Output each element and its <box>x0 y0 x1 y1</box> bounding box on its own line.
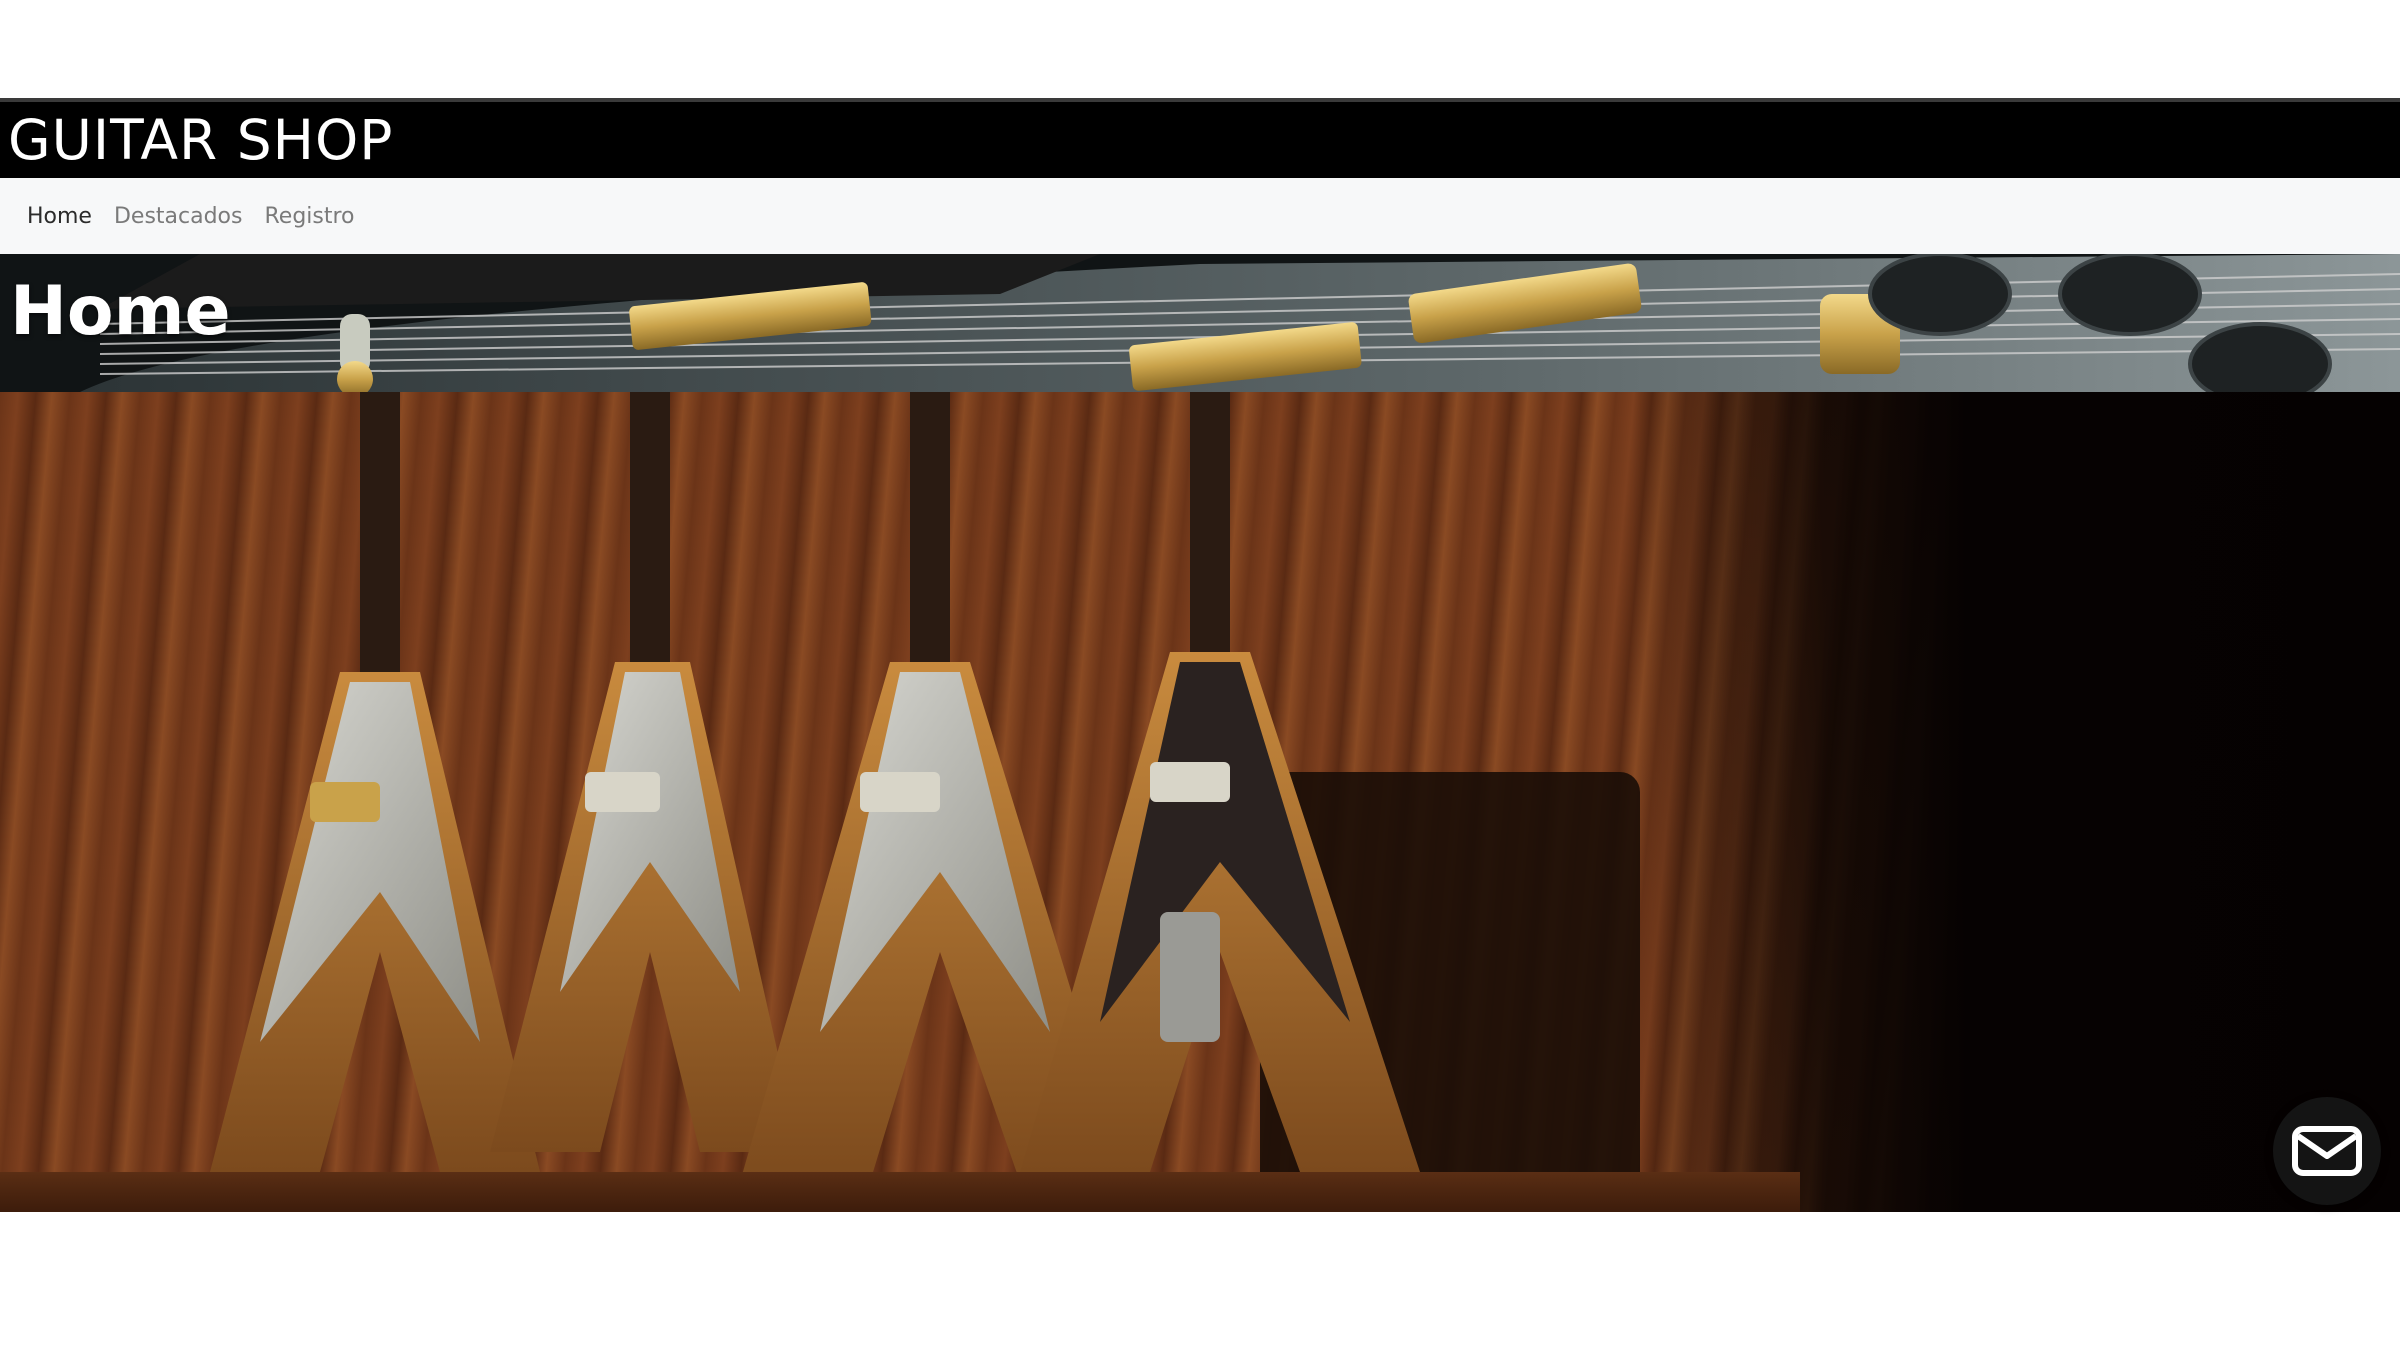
guitars-image <box>210 392 1640 1202</box>
main-nav: Home Destacados Registro <box>0 178 2400 254</box>
hero-floor <box>0 1172 1800 1212</box>
brand-title[interactable]: GUITAR SHOP <box>8 102 393 178</box>
nav-registro[interactable]: Registro <box>264 204 354 229</box>
page-banner: Home <box>0 254 2400 392</box>
nav-home[interactable]: Home <box>27 204 92 229</box>
brand-header: GUITAR SHOP <box>0 102 2400 178</box>
nav-destacados[interactable]: Destacados <box>114 204 243 229</box>
page: GUITAR SHOP Home Destacados Registro Hom… <box>0 0 2400 1350</box>
guitar-closeup-image <box>0 254 2400 392</box>
envelope-icon <box>2292 1126 2362 1176</box>
hero-image <box>0 392 2400 1212</box>
contact-mail-button[interactable] <box>2273 1097 2381 1205</box>
page-title: Home <box>10 272 231 351</box>
